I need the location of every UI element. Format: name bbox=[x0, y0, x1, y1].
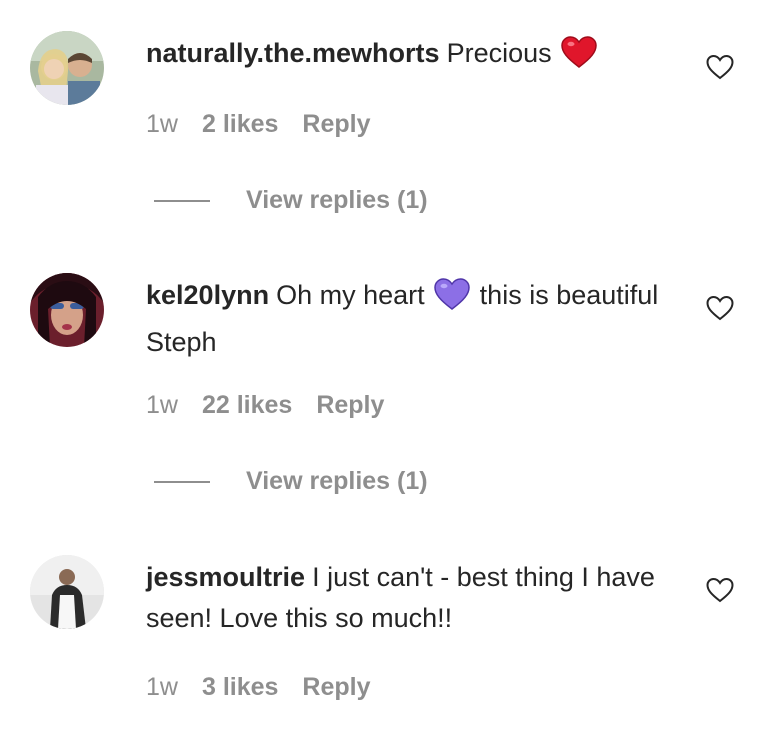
avatar[interactable] bbox=[30, 31, 104, 105]
comment-time[interactable]: 1w bbox=[146, 110, 178, 138]
divider-line bbox=[154, 481, 210, 484]
comment-likes[interactable]: 2 likes bbox=[202, 110, 278, 138]
purple-heart-icon bbox=[434, 278, 470, 322]
comment-body: Precious bbox=[446, 38, 552, 68]
reply-button[interactable]: Reply bbox=[302, 110, 370, 138]
view-replies-label: View replies (1) bbox=[246, 186, 428, 214]
comment-username[interactable]: kel20lynn bbox=[146, 280, 269, 310]
comment-time[interactable]: 1w bbox=[146, 673, 178, 701]
reply-button[interactable]: Reply bbox=[316, 391, 384, 419]
red-heart-icon bbox=[561, 36, 597, 80]
avatar[interactable] bbox=[30, 555, 104, 629]
comment-text: jessmoultrie I just can't - best thing I … bbox=[146, 557, 676, 639]
comment-text: kel20lynn Oh my heart this is beautiful S… bbox=[146, 275, 676, 363]
view-replies-label: View replies (1) bbox=[246, 467, 428, 495]
view-replies-button[interactable]: View replies (1) bbox=[154, 467, 428, 496]
comment-likes[interactable]: 22 likes bbox=[202, 391, 292, 419]
comment-text: naturally.the.mewhorts Precious bbox=[146, 33, 676, 80]
comment-username[interactable]: naturally.the.mewhorts bbox=[146, 38, 440, 68]
comment-time[interactable]: 1w bbox=[146, 391, 178, 419]
comment-body: Oh my heart bbox=[276, 280, 425, 310]
comment-meta: 1w 22 likes Reply bbox=[146, 391, 408, 420]
comment-likes[interactable]: 3 likes bbox=[202, 673, 278, 701]
comment-meta: 1w 2 likes Reply bbox=[146, 110, 395, 139]
comment-meta: 1w 3 likes Reply bbox=[146, 673, 395, 702]
like-heart-icon[interactable] bbox=[705, 576, 735, 604]
reply-button[interactable]: Reply bbox=[302, 673, 370, 701]
comment-username[interactable]: jessmoultrie bbox=[146, 562, 305, 592]
divider-line bbox=[154, 200, 210, 203]
like-heart-icon[interactable] bbox=[705, 53, 735, 81]
view-replies-button[interactable]: View replies (1) bbox=[154, 186, 428, 215]
like-heart-icon[interactable] bbox=[705, 294, 735, 322]
avatar[interactable] bbox=[30, 273, 104, 347]
